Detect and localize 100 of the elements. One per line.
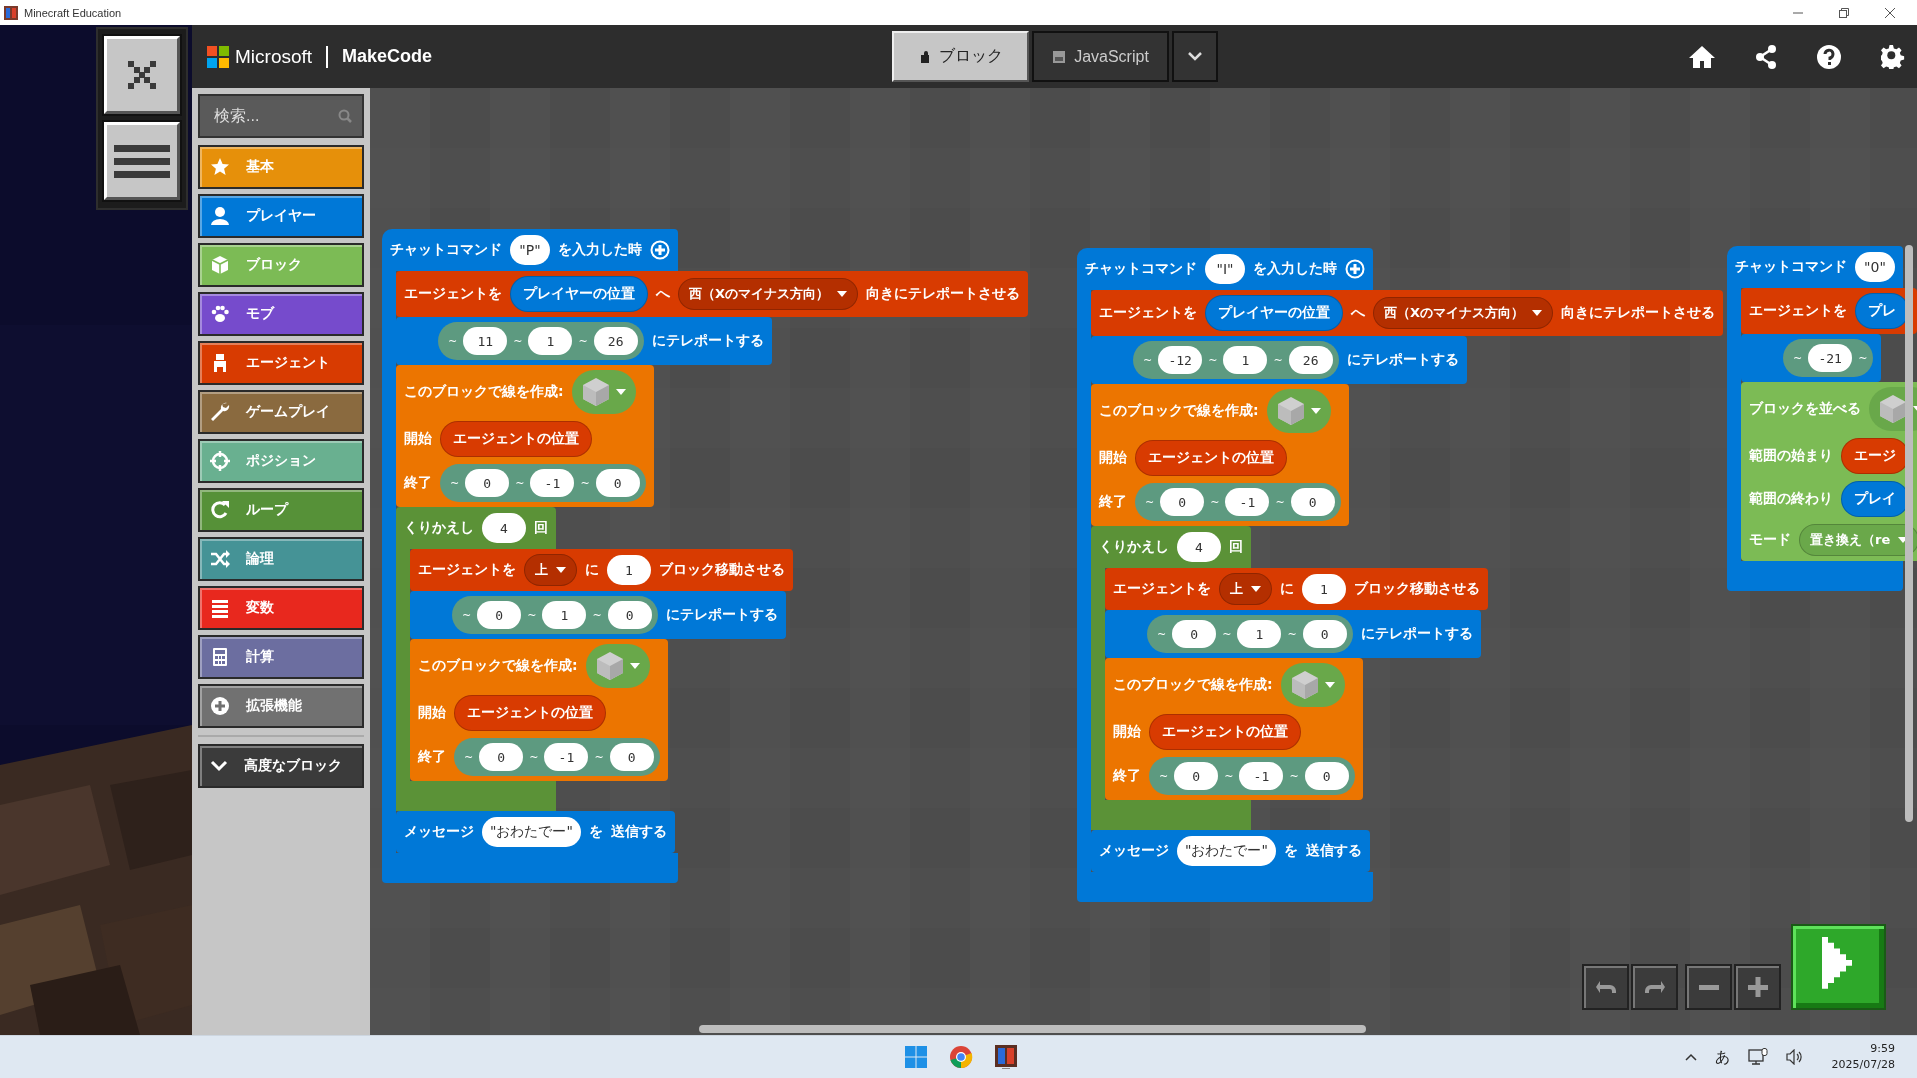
close-icon[interactable]: [1885, 7, 1895, 18]
position-block[interactable]: ~ 0 ~ 1 ~ 0: [452, 596, 658, 634]
event-block[interactable]: チャットコマンド "I" を入力した時: [1077, 248, 1373, 290]
category-item[interactable]: 計算: [198, 635, 364, 679]
number-field[interactable]: 0: [1290, 488, 1335, 516]
editor-tab[interactable]: ブロック: [892, 31, 1029, 82]
number-field[interactable]: 0: [595, 469, 640, 497]
statement-block[interactable]: エージェントを 上 に 1 ブロック移動させる: [1105, 568, 1488, 610]
speaker-icon[interactable]: [1785, 1049, 1804, 1065]
undo-button[interactable]: [1582, 964, 1629, 1010]
number-field[interactable]: -1: [530, 469, 575, 497]
settings-icon[interactable]: [1881, 44, 1905, 69]
category-item[interactable]: 論理: [198, 537, 364, 581]
search-field[interactable]: 検索...: [214, 107, 324, 125]
run-button[interactable]: [1791, 924, 1886, 1010]
statement-block[interactable]: ブロックを並べる 範囲の始まり エージ 範囲の終わり プレイ モード 置き換え（re: [1741, 382, 1917, 561]
loop-block[interactable]: くりかえし 4 回: [396, 507, 556, 549]
menu-button[interactable]: [104, 122, 180, 200]
position-block[interactable]: ~ -12 ~ 1 ~ 26: [1133, 341, 1339, 379]
dropdown-field[interactable]: 西（Xのマイナス方向）: [1373, 297, 1554, 329]
category-item[interactable]: ループ: [198, 488, 364, 532]
position-block[interactable]: ~ 11 ~ 1 ~ 26: [438, 322, 644, 360]
app-icon[interactable]: [995, 1045, 1017, 1069]
event-block[interactable]: チャットコマンド "0": [1727, 246, 1903, 288]
number-field[interactable]: 0: [1172, 620, 1217, 648]
text-field[interactable]: "おわたでー": [1177, 836, 1276, 866]
statement-block[interactable]: メッセージ "おわたでー" を 送信する: [396, 811, 675, 853]
text-field[interactable]: "0": [1855, 252, 1895, 282]
dropdown-field[interactable]: 上: [1219, 573, 1272, 605]
vertical-scrollbar[interactable]: [1905, 245, 1913, 822]
redo-button[interactable]: [1631, 964, 1678, 1010]
statement-block[interactable]: このブロックで線を作成: 開始 エージェントの位置 終了 ~ 0 ~ -1 ~ 0: [1091, 384, 1349, 526]
statement-block[interactable]: ~ 0 ~ 1 ~ 0 にテレポートする: [1105, 610, 1481, 658]
statement-block[interactable]: メッセージ "おわたでー" を 送信する: [1091, 830, 1370, 872]
position-block[interactable]: ~ 0 ~ -1 ~ 0: [1149, 757, 1355, 795]
position-block[interactable]: ~ 0 ~ 1 ~ 0: [1147, 615, 1353, 653]
number-field[interactable]: 26: [593, 327, 638, 355]
number-field[interactable]: -21: [1808, 344, 1853, 372]
number-field[interactable]: 1: [1223, 346, 1268, 374]
clock-time[interactable]: 9:59: [1870, 1041, 1895, 1057]
text-field[interactable]: "おわたでー": [482, 817, 581, 847]
add-icon[interactable]: [1345, 259, 1365, 279]
restore-icon[interactable]: [1839, 7, 1849, 18]
zoom-in-button[interactable]: [1734, 964, 1781, 1010]
statement-block[interactable]: ~ -12 ~ 1 ~ 26 にテレポートする: [1091, 336, 1467, 384]
category-item[interactable]: ゲームプレイ: [198, 390, 364, 434]
reporter-block[interactable]: エージェントの位置: [1149, 714, 1301, 750]
number-field[interactable]: 0: [479, 743, 524, 771]
number-field[interactable]: 26: [1288, 346, 1333, 374]
loop-block[interactable]: くりかえし 4 回: [1091, 526, 1251, 568]
category-item[interactable]: プレイヤー: [198, 194, 364, 238]
statement-block[interactable]: このブロックで線を作成: 開始 エージェントの位置 終了 ~ 0 ~ -1 ~ 0: [410, 639, 668, 781]
category-item[interactable]: エージェント: [198, 341, 364, 385]
statement-block[interactable]: エージェントを プレ: [1741, 288, 1917, 334]
network-icon[interactable]: [1747, 1048, 1768, 1066]
advanced-item[interactable]: 高度なブロック: [198, 744, 364, 788]
reporter-block[interactable]: プレイヤーの位置: [1205, 295, 1343, 331]
category-item[interactable]: モブ: [198, 292, 364, 336]
add-icon[interactable]: [650, 240, 670, 260]
dropdown-field[interactable]: 上: [524, 554, 577, 586]
help-icon[interactable]: [1817, 44, 1841, 69]
clock-date[interactable]: 2025/07/28: [1831, 1057, 1895, 1073]
statement-block[interactable]: ~ -21 ~: [1741, 334, 1882, 382]
number-field[interactable]: 0: [1302, 620, 1347, 648]
reporter-block[interactable]: エージェントの位置: [1135, 440, 1287, 476]
statement-block[interactable]: エージェントを プレイヤーの位置 へ 西（Xのマイナス方向） 向きにテレポートさせる: [396, 271, 1029, 317]
number-field[interactable]: 0: [465, 469, 510, 497]
horizontal-scrollbar[interactable]: [699, 1025, 1366, 1033]
number-field[interactable]: 11: [463, 327, 508, 355]
text-field[interactable]: "I": [1205, 254, 1245, 284]
statement-block[interactable]: エージェントを プレイヤーの位置 へ 西（Xのマイナス方向） 向きにテレポートさせる: [1091, 290, 1724, 336]
statement-block[interactable]: ~ 0 ~ 1 ~ 0 にテレポートする: [410, 591, 786, 639]
text-field[interactable]: "P": [510, 235, 550, 265]
number-field[interactable]: 1: [1302, 574, 1346, 604]
statement-block[interactable]: エージェントを 上 に 1 ブロック移動させる: [410, 549, 793, 591]
number-field[interactable]: 1: [542, 601, 587, 629]
position-block[interactable]: ~ -21 ~: [1783, 339, 1874, 377]
number-field[interactable]: 0: [1174, 762, 1219, 790]
number-field[interactable]: 0: [1304, 762, 1349, 790]
dropdown-button[interactable]: [1172, 31, 1218, 82]
share-icon[interactable]: [1755, 44, 1777, 69]
number-field[interactable]: 1: [1237, 620, 1282, 648]
number-field[interactable]: 0: [477, 601, 522, 629]
statement-block[interactable]: ~ 11 ~ 1 ~ 26 にテレポートする: [396, 317, 772, 365]
close-button[interactable]: [104, 36, 180, 114]
reporter-block[interactable]: プレイヤーの位置: [510, 276, 648, 312]
editor-tab[interactable]: JavaScript: [1032, 31, 1169, 82]
number-field[interactable]: 4: [482, 513, 526, 543]
number-field[interactable]: -1: [1225, 488, 1270, 516]
reporter-block[interactable]: エージェントの位置: [454, 695, 606, 731]
number-field[interactable]: -1: [1239, 762, 1284, 790]
start-icon[interactable]: [905, 1046, 927, 1068]
reporter-block[interactable]: エージェントの位置: [440, 421, 592, 457]
position-block[interactable]: ~ 0 ~ -1 ~ 0: [440, 464, 646, 502]
position-block[interactable]: ~ 0 ~ -1 ~ 0: [454, 738, 660, 776]
zoom-out-button[interactable]: [1685, 964, 1732, 1010]
browser-icon[interactable]: [949, 1045, 973, 1069]
position-block[interactable]: ~ 0 ~ -1 ~ 0: [1135, 483, 1341, 521]
number-field[interactable]: 4: [1177, 532, 1221, 562]
statement-block[interactable]: このブロックで線を作成: 開始 エージェントの位置 終了 ~ 0 ~ -1 ~ 0: [1105, 658, 1363, 800]
